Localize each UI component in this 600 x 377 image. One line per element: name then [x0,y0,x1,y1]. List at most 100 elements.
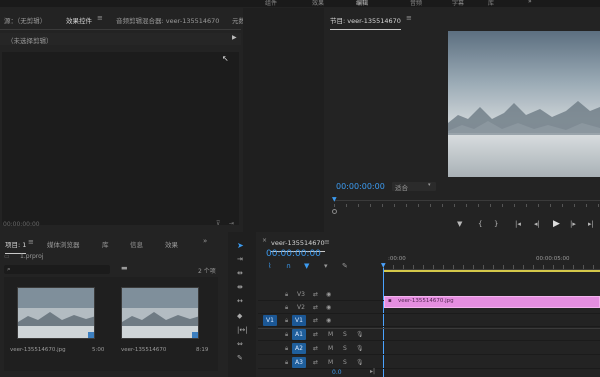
filter-icon[interactable]: ⊽ [216,220,220,227]
video-clip[interactable]: ▪ veer-135514670.jpg [384,296,600,308]
mark-in-icon[interactable]: { [478,220,482,228]
new-bin-icon[interactable]: ▬ [121,264,128,272]
sync-icon[interactable]: ⇄ [313,304,318,311]
lock-icon[interactable]: 🔒︎ [285,317,288,325]
microphone-icon[interactable]: 🎙︎ [356,345,364,352]
solo-button[interactable]: S [343,345,347,352]
menu-item-components[interactable]: 组件 [265,0,277,7]
solo-button[interactable]: S [343,331,347,338]
eye-icon[interactable]: ◉ [326,317,331,324]
lock-icon[interactable]: 🔒︎ [285,291,288,299]
sync-icon[interactable]: ⇄ [313,359,318,366]
panel-menu-icon[interactable]: ≡ [406,14,412,22]
track-label: V3 [297,291,305,298]
fit-value: 适合 [395,184,408,192]
program-title[interactable]: 节目: veer-135514670 [330,15,401,30]
tab-audio-clip-mixer[interactable]: 音频剪辑混合器: veer-135514670 [116,15,219,25]
slip-tool-icon[interactable]: |↔| [237,326,248,334]
sync-icon[interactable]: ⇄ [313,317,318,324]
expand-arrow-icon[interactable]: ▶ [232,34,237,41]
menu-item-edit[interactable]: 编辑 [356,0,368,7]
ripple-edit-icon[interactable]: ⇹ [237,269,243,277]
overflow-icon[interactable]: » [203,237,207,245]
search-input[interactable]: ⌕ [4,265,110,274]
mute-button[interactable]: M [328,331,333,338]
tab-sequence[interactable]: veer-135514670 [271,239,325,252]
track-target-v1[interactable]: V1 [292,315,306,326]
timeline-timecode[interactable]: 00:00:00:00 [266,249,321,259]
tab-project[interactable]: 项目: 1 [5,239,27,254]
track-label: V2 [297,304,305,311]
add-marker-icon[interactable]: ▼ [304,262,309,270]
track-target-a1[interactable]: A1 [292,329,306,340]
tab-effect-controls[interactable]: 效果控件 [66,15,92,30]
project-item-thumbnail[interactable] [17,287,95,339]
work-area-bar[interactable] [383,270,600,272]
microphone-icon[interactable]: 🎙︎ [356,359,364,366]
linked-selection-icon[interactable]: ∩ [286,262,291,270]
track-target-a3[interactable]: A3 [292,357,306,368]
step-back-icon[interactable]: ◂| [534,220,540,228]
project-panel: 项目: 1 ≡ 媒体浏览器 库 信息 效果 » ▭ 1.prproj ⌕ ▬ 2… [0,232,226,377]
step-forward-icon[interactable]: |▸ [570,220,576,228]
go-to-out-icon[interactable]: ▸| [588,220,594,228]
marker-icon[interactable]: ▼ [457,220,462,228]
master-volume[interactable]: 0.0 [332,369,342,376]
panel-menu-icon[interactable]: ≡ [324,238,330,246]
tab-info[interactable]: 信息 [130,239,143,249]
mute-button[interactable]: M [328,345,333,352]
zoom-handle[interactable] [332,209,337,214]
panel-menu-icon[interactable]: ≡ [28,238,34,246]
project-item-duration: 5:00 [92,347,105,353]
go-to-end-icon[interactable]: ▸| [370,368,375,375]
program-timecode[interactable]: 00:00:00:00 [336,182,385,191]
timeline-marker-icon[interactable]: ▾ [324,262,328,270]
time-ruler[interactable]: :00:00 00:00:05:00 [383,248,600,270]
selection-tool-icon[interactable]: ➤ [237,241,244,250]
more-icon[interactable]: » [528,0,532,5]
export-icon[interactable]: ⇥ [229,220,234,227]
source-patch-v1[interactable]: V1 [263,315,277,326]
microphone-icon[interactable]: 🎙︎ [356,331,364,338]
wrench-icon[interactable]: ✎ [342,262,348,270]
pen-tool-icon[interactable]: ✎ [237,354,243,362]
sync-icon[interactable]: ⇄ [313,291,318,298]
eye-icon[interactable]: ◉ [326,304,331,311]
tab-libraries[interactable]: 库 [102,239,109,249]
mark-out-icon[interactable]: } [494,220,498,228]
mute-button[interactable]: M [328,359,333,366]
eye-icon[interactable]: ◉ [326,291,331,298]
menu-item-audio[interactable]: 音频 [410,0,422,7]
go-to-in-icon[interactable]: |◂ [515,220,521,228]
lock-icon[interactable]: 🔒︎ [285,331,288,339]
rate-stretch-icon[interactable]: ↔ [237,297,243,305]
fit-dropdown[interactable]: 适合 ▾ [392,182,436,192]
chevron-down-icon: ▾ [428,182,431,188]
tab-media-browser[interactable]: 媒体浏览器 [47,239,80,249]
menu-item-effects[interactable]: 效果 [312,0,324,7]
close-icon[interactable]: × [262,237,267,244]
sync-icon[interactable]: ⇄ [313,345,318,352]
menu-item-libraries[interactable]: 库 [488,0,494,7]
lock-icon[interactable]: 🔒︎ [285,359,288,367]
item-count: 2 个项 [198,268,216,275]
lock-icon[interactable]: 🔒︎ [285,345,288,353]
scrub-bar[interactable] [334,200,600,201]
solo-button[interactable]: S [343,359,347,366]
tab-effects[interactable]: 效果 [165,239,178,249]
play-icon[interactable]: ▶ [553,219,560,229]
slide-tool-icon[interactable]: ⇔ [237,340,243,348]
razor-icon[interactable]: ◆ [237,312,242,320]
tab-source[interactable]: 源：（无剪辑） [4,15,46,25]
menu-item-captions[interactable]: 字幕 [452,0,464,7]
sync-icon[interactable]: ⇄ [313,331,318,338]
rolling-edit-icon[interactable]: ⇼ [237,283,243,291]
track-select-icon[interactable]: ⇥ [237,255,243,263]
track-target-a2[interactable]: A2 [292,343,306,354]
playhead-icon[interactable]: ▼ [332,196,337,203]
fx-badge: ▪ [388,298,392,304]
lock-icon[interactable]: 🔒︎ [285,304,288,312]
project-item-thumbnail[interactable] [121,287,199,339]
snap-icon[interactable]: ⌇ [268,262,271,270]
panel-menu-icon[interactable]: ≡ [97,14,103,22]
